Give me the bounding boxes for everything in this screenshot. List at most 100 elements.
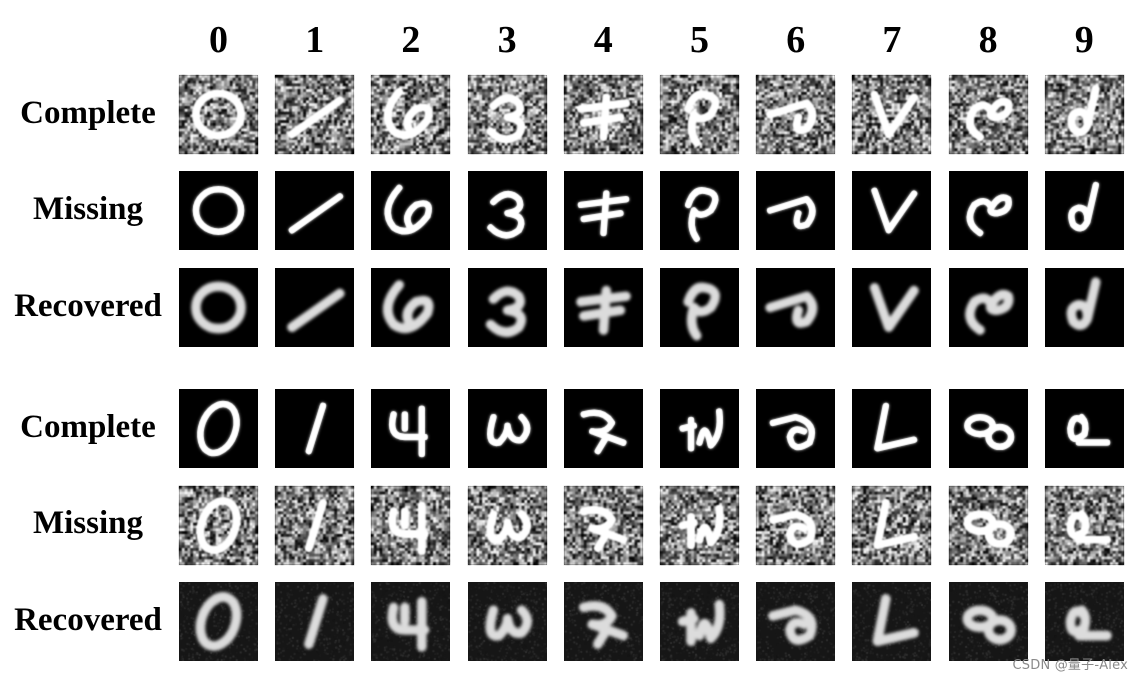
digit-canvas	[852, 75, 932, 154]
column-header: 6	[786, 19, 806, 61]
row-label-recovered: Recovered	[14, 602, 162, 638]
digit-canvas	[756, 75, 836, 154]
digit-image-recovered-8	[948, 582, 1028, 661]
digit-image-missing-9	[1044, 171, 1124, 250]
digit-canvas	[467, 268, 547, 347]
digit-image-complete-5	[660, 75, 739, 154]
digit-canvas	[467, 75, 547, 154]
digit-image-recovered-6	[756, 268, 836, 347]
digit-canvas	[1044, 171, 1124, 250]
digit-canvas	[660, 486, 739, 565]
digit-image-recovered-1	[275, 268, 355, 347]
digit-image-missing-5	[660, 486, 739, 565]
digit-image-recovered-0	[179, 582, 258, 661]
digit-image-missing-0	[179, 486, 258, 565]
digit-image-complete-9	[1044, 75, 1124, 154]
digit-image-missing-8	[948, 486, 1028, 565]
digit-image-recovered-5	[660, 268, 739, 347]
digit-canvas	[371, 171, 451, 250]
row-label-missing: Missing	[32, 505, 144, 541]
digit-canvas	[948, 268, 1028, 347]
digit-canvas	[179, 171, 258, 250]
watermark: CSDN @量子-Alex	[1012, 658, 1128, 673]
digit-image-complete-8	[948, 389, 1028, 468]
digit-image-missing-0	[179, 171, 258, 250]
digit-image-missing-3	[467, 486, 547, 565]
digit-image-recovered-5	[660, 582, 739, 661]
digit-image-recovered-4	[563, 268, 643, 347]
column-header: 8	[978, 19, 998, 61]
digit-canvas	[756, 389, 836, 468]
digit-canvas	[179, 389, 258, 468]
column-header: 2	[401, 19, 421, 61]
digit-canvas	[371, 486, 451, 565]
digit-image-recovered-7	[852, 268, 932, 347]
column-header: 4	[593, 19, 613, 61]
digit-image-missing-9	[1044, 486, 1124, 565]
digit-canvas	[371, 75, 451, 154]
digit-image-recovered-8	[948, 268, 1028, 347]
digit-image-missing-3	[467, 171, 547, 250]
digit-canvas	[852, 486, 932, 565]
digit-image-missing-2	[371, 171, 451, 250]
digit-image-missing-1	[275, 171, 355, 250]
digit-canvas	[660, 75, 739, 154]
digit-canvas	[756, 268, 836, 347]
digit-canvas	[275, 171, 355, 250]
digit-image-complete-0	[179, 75, 258, 154]
digit-image-complete-8	[948, 75, 1028, 154]
column-header: 9	[1074, 19, 1094, 61]
digit-canvas	[467, 171, 547, 250]
digit-canvas	[371, 268, 451, 347]
row-label-complete: Complete	[20, 95, 156, 131]
digit-canvas	[275, 389, 355, 468]
digit-canvas	[563, 75, 643, 154]
digit-canvas	[948, 389, 1028, 468]
digit-image-recovered-4	[563, 582, 643, 661]
row-label-recovered: Recovered	[14, 288, 162, 324]
digit-image-complete-2	[371, 389, 451, 468]
digit-image-missing-5	[660, 171, 739, 250]
digit-canvas	[371, 389, 451, 468]
digit-canvas	[852, 171, 932, 250]
digit-canvas	[563, 389, 643, 468]
digit-canvas	[1044, 268, 1124, 347]
digit-canvas	[179, 582, 258, 661]
digit-image-recovered-2	[371, 268, 451, 347]
digit-canvas	[1044, 75, 1124, 154]
digit-image-complete-7	[852, 389, 932, 468]
digit-image-complete-0	[179, 389, 258, 468]
digit-canvas	[1044, 486, 1124, 565]
digit-image-missing-4	[563, 486, 643, 565]
digit-canvas	[1044, 582, 1124, 661]
digit-canvas	[371, 582, 451, 661]
column-header: 7	[882, 19, 902, 61]
digit-image-complete-1	[275, 75, 355, 154]
digit-canvas	[852, 268, 932, 347]
digit-canvas	[948, 171, 1028, 250]
digit-canvas	[563, 171, 643, 250]
digit-image-recovered-9	[1044, 582, 1124, 661]
digit-image-missing-7	[852, 486, 932, 565]
digit-image-complete-3	[467, 389, 547, 468]
digit-image-missing-6	[756, 486, 836, 565]
digit-canvas	[660, 582, 739, 661]
digit-image-recovered-2	[371, 582, 451, 661]
digit-image-recovered-3	[467, 582, 547, 661]
digit-canvas	[756, 171, 836, 250]
digit-canvas	[563, 486, 643, 565]
digit-canvas	[179, 486, 258, 565]
digit-image-recovered-0	[179, 268, 258, 347]
column-header: 3	[497, 19, 517, 61]
digit-image-missing-2	[371, 486, 451, 565]
digit-canvas	[275, 75, 355, 154]
digit-image-missing-7	[852, 171, 932, 250]
digit-image-missing-1	[275, 486, 355, 565]
digit-image-missing-8	[948, 171, 1028, 250]
digit-canvas	[948, 582, 1028, 661]
digit-canvas	[660, 171, 739, 250]
digit-image-recovered-7	[852, 582, 932, 661]
digit-canvas	[660, 268, 739, 347]
digit-canvas	[948, 486, 1028, 565]
digit-canvas	[467, 486, 547, 565]
